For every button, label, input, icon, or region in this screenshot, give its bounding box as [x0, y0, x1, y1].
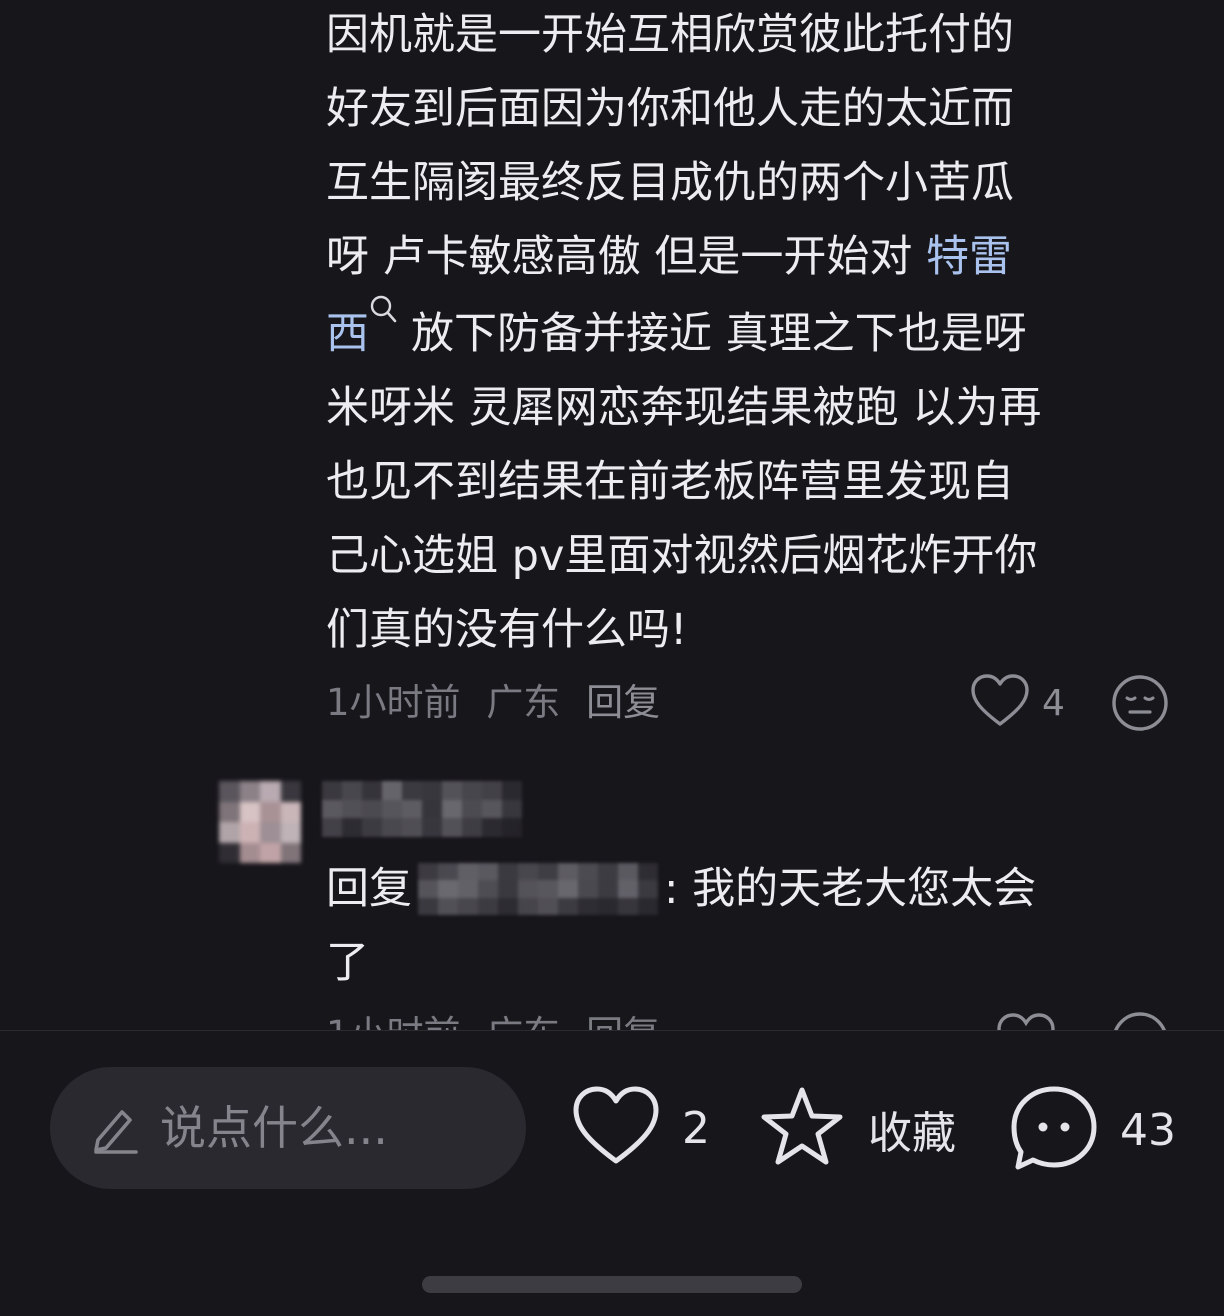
mentioned-user[interactable] [418, 863, 658, 915]
chat-bubble-icon [1010, 1085, 1098, 1175]
username[interactable] [322, 781, 522, 837]
home-indicator[interactable] [422, 1276, 802, 1293]
comment-line: 放下防备并接近 真理之下也是呀 [411, 309, 1027, 359]
input-placeholder: 说点什么... [160, 1101, 388, 1155]
avatar[interactable] [219, 781, 301, 863]
favorite-label: 收藏 [868, 1108, 956, 1159]
reply-text: : 我的天老大您太会 [664, 864, 1037, 914]
comment-line: 互生隔阂最终反目成仇的两个小苦瓜 [326, 158, 1014, 208]
comments-button[interactable]: 43 [1010, 1085, 1176, 1175]
comment-time: 1小时前 [326, 681, 461, 724]
comment-line: 好友到后面因为你和他人走的太近而 [326, 84, 1014, 134]
heart-icon [970, 673, 1030, 733]
star-icon [758, 1085, 846, 1173]
comment-line-with-topic-end: 西放下防备并接近 真理之下也是呀 [326, 294, 1126, 371]
comment-line: 呀 卢卡敏感高傲 但是一开始对 [326, 232, 927, 282]
comment-meta: 1小时前 广东 回复 [326, 676, 674, 730]
comment-line: 己心选姐 pv里面对视然后烟花炸开你 [326, 531, 1038, 581]
neutral-face-icon [1110, 675, 1170, 737]
comment-input[interactable]: 说点什么... [50, 1067, 526, 1189]
favorite-button[interactable]: 收藏 [758, 1085, 956, 1173]
reply-body: 回复 : 我的天老大您太会 [326, 852, 1036, 926]
reply-text-continued: 了 [326, 938, 369, 988]
post-like-button[interactable]: 2 [572, 1085, 710, 1171]
comment-line: 也见不到结果在前老板阵营里发现自 [326, 457, 1014, 507]
topic-link[interactable]: 特雷 [926, 232, 1012, 282]
comment-line: 因机就是一开始互相欣赏彼此托付的 [326, 10, 1014, 60]
heart-icon [572, 1085, 660, 1171]
reply-prefix: 回复 [326, 864, 412, 914]
comment-like-button[interactable]: 4 [970, 674, 1065, 732]
search-icon[interactable] [369, 294, 397, 324]
like-count: 4 [1042, 682, 1065, 724]
bottom-action-bar: 说点什么... 2 收藏 43 [0, 1030, 1224, 1316]
comment-line: 们真的没有什么吗! [326, 605, 688, 655]
comment-location: 广东 [486, 681, 561, 724]
comment-line: 米呀米 灵犀网恋奔现结果被跑 以为再 [326, 383, 1042, 433]
reaction-button[interactable] [1110, 673, 1170, 733]
topic-link-continued[interactable]: 西 [326, 309, 369, 359]
comment-count: 43 [1120, 1104, 1176, 1156]
comment-body: 因机就是一开始互相欣赏彼此托付的 好友到后面因为你和他人走的太近而 互生隔阂最终… [326, 0, 1126, 667]
post-like-count: 2 [682, 1102, 710, 1154]
comment-line-with-topic: 呀 卢卡敏感高傲 但是一开始对 特雷 [326, 220, 1126, 294]
pencil-icon [90, 1102, 140, 1158]
reply-button[interactable]: 回复 [586, 681, 660, 724]
